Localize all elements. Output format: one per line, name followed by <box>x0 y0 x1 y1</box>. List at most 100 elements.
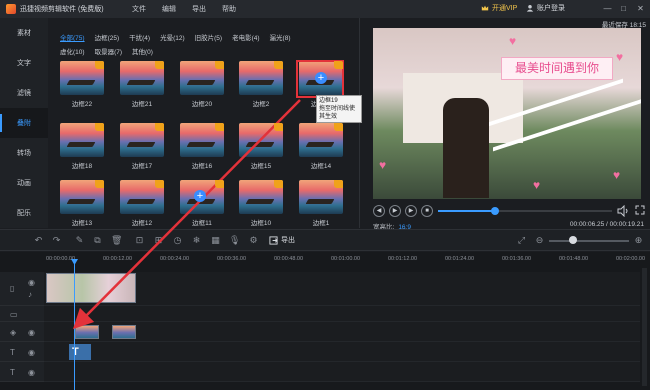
progress-fill <box>438 210 496 212</box>
app-logo <box>6 4 16 14</box>
overlay-clip[interactable] <box>112 325 136 339</box>
redo-icon[interactable]: ↷ <box>51 235 62 246</box>
freeze-icon[interactable]: ❄ <box>191 235 202 246</box>
sidebar-item-filter[interactable]: 滤镜 <box>0 78 48 108</box>
undo-icon[interactable]: ↶ <box>33 235 44 246</box>
text-track[interactable] <box>44 342 640 362</box>
overlay-thumbnail[interactable] <box>239 180 283 214</box>
category-blur[interactable]: 虚化(10) <box>60 46 85 56</box>
timeline-scrollbar[interactable] <box>642 268 647 386</box>
sidebar-item-media[interactable]: 素材 <box>0 18 48 48</box>
category-all[interactable]: 全部(75) <box>60 32 85 42</box>
fullscreen-icon[interactable] <box>635 205 645 215</box>
visibility-icon[interactable]: ◉ <box>28 368 35 377</box>
sidebar-item-label: 滤镜 <box>17 90 31 97</box>
export-button[interactable]: 导出 <box>269 235 295 245</box>
ruler-label: 00:00:48.00 <box>274 256 304 262</box>
time-ruler[interactable]: 00:00:00.00 00:00:12.00 00:00:24.00 00:00:3… <box>46 256 646 270</box>
track-header-text: T ◉ <box>0 342 44 362</box>
overlay-thumbnail[interactable] <box>60 61 104 95</box>
playhead[interactable] <box>74 262 75 390</box>
settings-icon[interactable]: ⚙ <box>248 235 259 246</box>
overlay-thumbnail[interactable] <box>60 180 104 214</box>
heart-icon: ♥ <box>533 178 541 192</box>
vip-button[interactable]: 开通VIP <box>481 3 517 13</box>
category-old-movie[interactable]: 老电影(4) <box>232 32 259 42</box>
category-light-leak[interactable]: 漏光(8) <box>270 32 291 42</box>
zoom-slider[interactable] <box>549 240 629 242</box>
text-clip[interactable]: T <box>69 344 91 360</box>
add-overlay-icon[interactable]: + <box>315 72 327 84</box>
speed-icon[interactable]: ◷ <box>172 235 183 246</box>
overlay-thumbnail[interactable] <box>180 61 224 95</box>
split-icon[interactable]: ⧉ <box>92 235 103 246</box>
visibility-icon[interactable]: ◉ <box>28 278 35 287</box>
video-preview[interactable]: ♥ ♥ ♥ ♥ ♥ 最美时间遇到你 <box>373 28 641 199</box>
zoom-handle[interactable] <box>569 236 577 244</box>
overlay-thumbnail[interactable] <box>120 180 164 214</box>
overlay-thumbnail[interactable] <box>239 61 283 95</box>
menu-export[interactable]: 导出 <box>192 4 206 14</box>
pip-track[interactable] <box>44 306 640 322</box>
sidebar-item-text[interactable]: 文字 <box>0 48 48 78</box>
next-icon[interactable]: ▶ <box>405 205 417 217</box>
download-badge-icon <box>95 180 104 188</box>
progress-handle[interactable] <box>491 207 500 215</box>
overlay-thumbnail[interactable] <box>120 123 164 157</box>
text-track[interactable] <box>44 362 640 382</box>
zoom-out-icon[interactable]: ⊖ <box>534 235 545 246</box>
ruler-label: 00:00:12.00 <box>103 256 133 262</box>
video-clip[interactable] <box>46 273 136 303</box>
category-halo[interactable]: 光晕(12) <box>160 32 185 42</box>
play-icon[interactable]: ▶ <box>389 205 401 217</box>
sidebar-item-transition[interactable]: 转场 <box>0 138 48 168</box>
category-viewfinder[interactable]: 取景器(7) <box>95 46 122 56</box>
delete-icon[interactable]: 🗑 <box>111 235 122 246</box>
stop-icon[interactable]: ■ <box>421 205 433 217</box>
sidebar-item-animation[interactable]: 动画 <box>0 168 48 198</box>
category-row: 全部(75) 边框(25) 干扰(4) 光晕(12) 旧胶片(5) 老电影(4)… <box>60 32 301 42</box>
menu-help[interactable]: 帮助 <box>222 4 236 14</box>
edit-icon[interactable]: ✎ <box>74 235 85 246</box>
close-icon[interactable]: ✕ <box>636 4 645 13</box>
overlay-thumbnail[interactable] <box>180 123 224 157</box>
login-button[interactable]: 账户登录 <box>526 3 565 13</box>
add-overlay-icon[interactable]: + <box>194 190 206 202</box>
category-interference[interactable]: 干扰(4) <box>129 32 150 42</box>
category-other[interactable]: 其他(0) <box>132 46 153 56</box>
zoom-clip-icon[interactable]: ⊞ <box>153 235 164 246</box>
overlay-thumbnail-label: 边框21 <box>131 101 153 108</box>
menu-file[interactable]: 文件 <box>132 4 146 14</box>
maximize-icon[interactable]: □ <box>619 4 628 13</box>
overlay-thumbnail[interactable] <box>120 61 164 95</box>
fit-icon[interactable]: ⤢ <box>516 235 527 246</box>
microphone-icon[interactable]: 🎙 <box>229 235 240 246</box>
prev-icon[interactable]: ◀ <box>373 205 385 217</box>
sidebar-item-overlay[interactable]: 叠附 <box>0 108 48 138</box>
video-people <box>443 98 489 198</box>
minimize-icon[interactable]: — <box>603 4 612 13</box>
overlay-thumbnail[interactable] <box>60 123 104 157</box>
visibility-icon[interactable]: ◉ <box>28 328 35 337</box>
overlay-clip[interactable] <box>75 325 99 339</box>
category-border[interactable]: 边框(25) <box>95 32 120 42</box>
download-badge-icon <box>334 180 343 188</box>
overlay-thumbnail[interactable] <box>239 123 283 157</box>
category-old-film[interactable]: 旧胶片(5) <box>195 32 222 42</box>
zoom-in-icon[interactable]: ⊕ <box>633 235 644 246</box>
download-badge-icon <box>215 61 224 69</box>
playback-progress[interactable] <box>438 207 612 215</box>
ruler-label: 00:01:24.00 <box>445 256 475 262</box>
crop-icon[interactable]: ⊡ <box>134 235 145 246</box>
overlay-thumbnail[interactable] <box>299 180 343 214</box>
ruler-label: 00:00:36.00 <box>217 256 247 262</box>
audio-icon[interactable]: ♪ <box>28 290 32 299</box>
menu-edit[interactable]: 编辑 <box>162 4 176 14</box>
mosaic-icon[interactable]: ▦ <box>210 235 221 246</box>
overlay-thumbnail[interactable] <box>299 123 343 157</box>
video-track-icon: ▯ <box>10 284 15 293</box>
sidebar-item-label: 素材 <box>17 30 31 37</box>
volume-icon[interactable] <box>617 205 629 217</box>
visibility-icon[interactable]: ◉ <box>28 348 35 357</box>
sidebar-item-music[interactable]: 配乐 <box>0 198 48 228</box>
